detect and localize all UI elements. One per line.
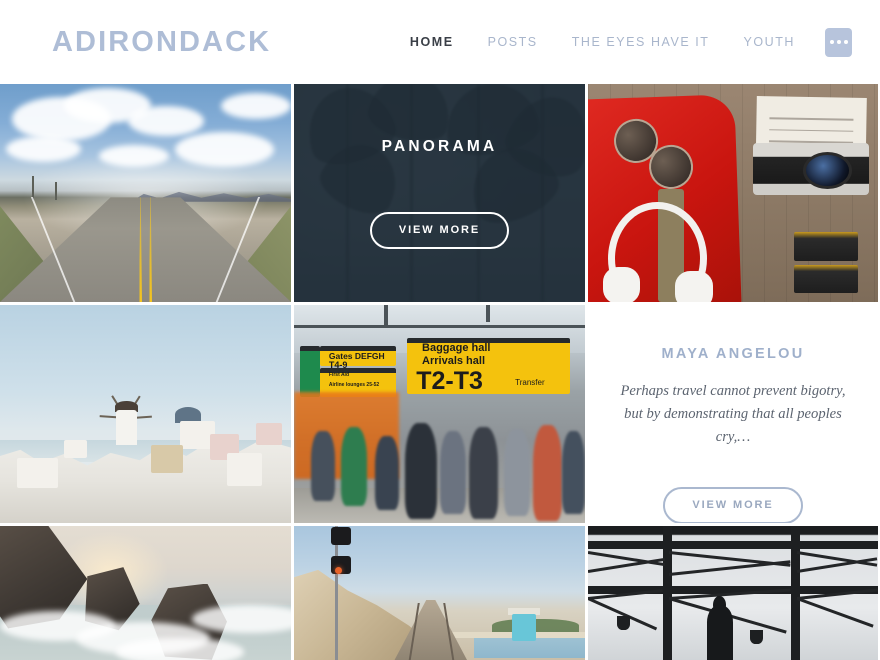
- nav-item-youth[interactable]: YOUTH: [727, 36, 813, 49]
- maya-angelou-quote-tile: MAYA ANGELOU Perhaps travel cannot preve…: [588, 305, 878, 523]
- panorama-overlay: PANORAMA VIEW MORE: [294, 84, 585, 302]
- quote-author: MAYA ANGELOU: [661, 346, 805, 362]
- site-header: ADIRONDACK HOME POSTS THE EYES HAVE IT Y…: [0, 0, 880, 84]
- sign-transfer-label: Transfer: [515, 378, 545, 388]
- desert-highway-image: [0, 84, 291, 302]
- rocky-coastline-image: [0, 526, 291, 660]
- nav-item-home[interactable]: HOME: [393, 36, 471, 49]
- panorama-title: PANORAMA: [381, 137, 498, 155]
- sign-first-aid-label: First Aid: [328, 371, 349, 378]
- primary-navigation: HOME POSTS THE EYES HAVE IT YOUTH: [393, 27, 852, 57]
- panorama-featured-tile[interactable]: PANORAMA VIEW MORE: [294, 84, 585, 302]
- airport-terminal-photo[interactable]: Gates DEFGH T4-9 First Aid Airline loung…: [294, 305, 585, 523]
- sign-arrivals-hall-label: Arrivals hall: [422, 355, 486, 368]
- terminal-silhouette-photo[interactable]: [588, 526, 878, 660]
- travel-gear-image: [588, 84, 878, 302]
- nav-item-the-eyes-have-it[interactable]: THE EYES HAVE IT: [555, 36, 727, 49]
- nav-item-posts[interactable]: POSTS: [471, 36, 555, 49]
- santorini-village-photo[interactable]: [0, 305, 291, 523]
- sign-lounges-label: Airline lounges 25-52: [328, 382, 380, 389]
- ellipsis-dot-icon: [829, 40, 834, 44]
- quote-text: Perhaps travel cannot prevent bigotry, b…: [620, 383, 846, 446]
- ellipsis-dot-icon: [843, 40, 848, 44]
- sign-baggage-hall-label: Baggage hall: [422, 342, 491, 355]
- sign-t2-t3-label: T2-T3: [416, 367, 483, 396]
- tile-grid: PANORAMA VIEW MORE Gates DEFGH T4-9 Firs…: [0, 84, 880, 660]
- more-options-button[interactable]: [825, 27, 852, 57]
- terminal-silhouette-image: [588, 526, 878, 660]
- site-title[interactable]: ADIRONDACK: [52, 27, 271, 57]
- coastal-railway-photo[interactable]: [294, 526, 585, 660]
- ellipsis-dot-icon: [836, 40, 841, 44]
- coastal-railway-image: [294, 526, 585, 660]
- desert-highway-photo[interactable]: [0, 84, 291, 302]
- santorini-image: [0, 305, 291, 523]
- panorama-view-more-button[interactable]: VIEW MORE: [369, 211, 510, 249]
- quote-view-more-button[interactable]: VIEW MORE: [663, 487, 803, 523]
- rocky-coastline-photo[interactable]: [0, 526, 291, 660]
- airport-terminal-image: Gates DEFGH T4-9 First Aid Airline loung…: [294, 305, 585, 523]
- travel-gear-flatlay-photo[interactable]: [588, 84, 878, 302]
- sign-t4-9-label: T4-9: [328, 359, 348, 370]
